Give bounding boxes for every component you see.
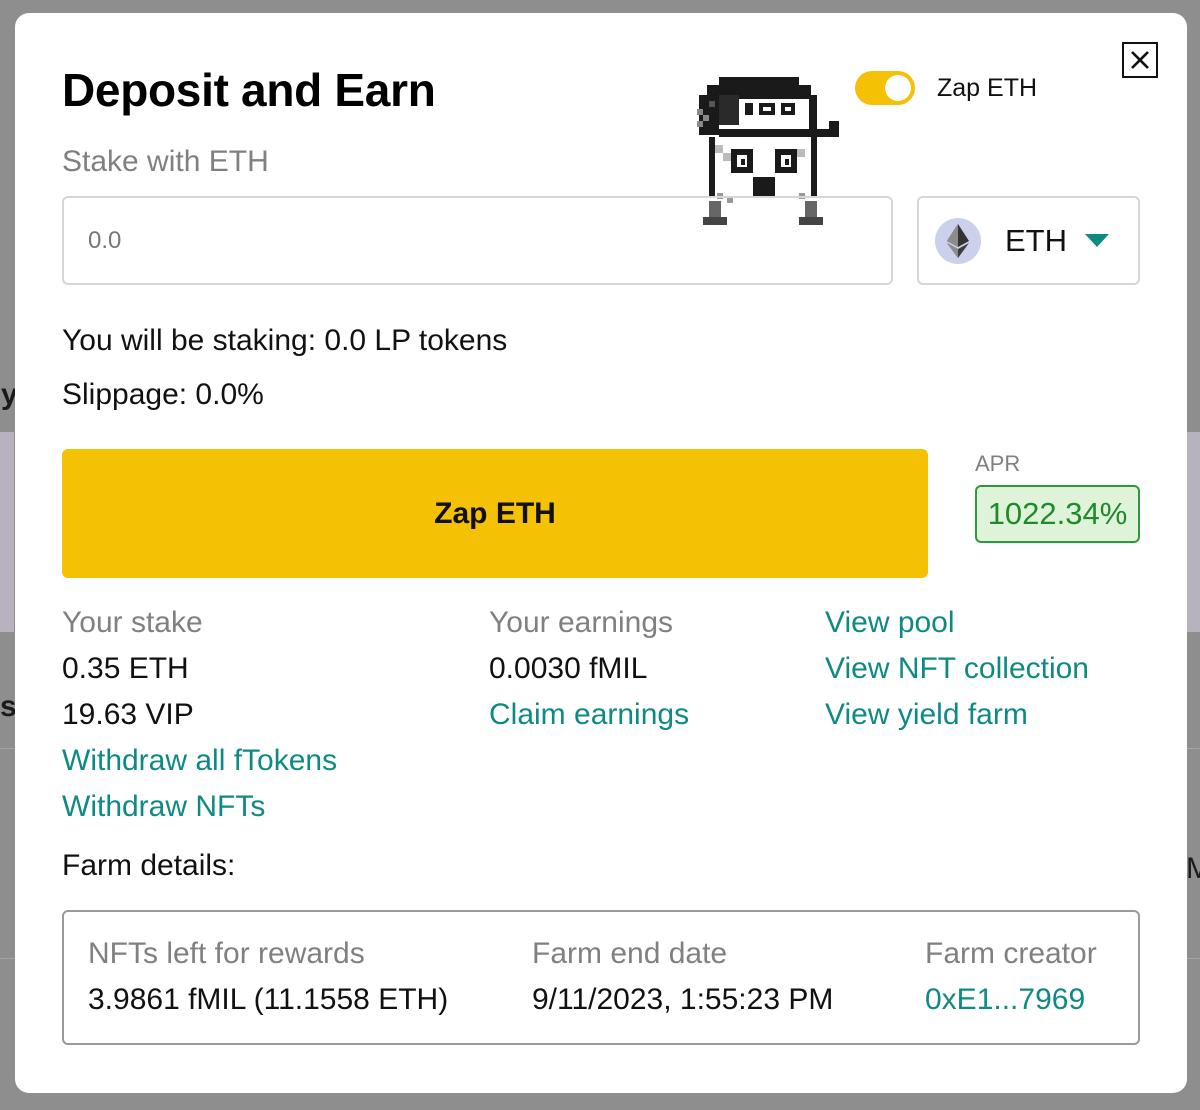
stake-eth-value: 0.35 ETH — [62, 652, 189, 685]
farm-creator-section: Farm creator 0xE1...7969 — [925, 934, 1097, 1026]
nfts-left-label: NFTs left for rewards — [88, 937, 365, 970]
background-card-right — [1186, 432, 1200, 632]
caret-down-icon — [1085, 234, 1109, 247]
your-stake-section: Your stake 0.35 ETH 19.63 VIP Withdraw a… — [62, 603, 337, 833]
close-button[interactable] — [1122, 42, 1158, 78]
modal-title: Deposit and Earn — [62, 64, 436, 116]
slippage-text: Slippage: 0.0% — [62, 378, 264, 411]
close-icon — [1131, 51, 1149, 69]
stake-with-label: Stake with ETH — [62, 145, 269, 178]
zap-eth-button[interactable]: Zap ETH — [62, 449, 928, 578]
background-divider — [0, 748, 15, 749]
claim-earnings-link[interactable]: Claim earnings — [489, 695, 689, 741]
background-card-left — [0, 432, 14, 632]
staking-amount-text: You will be staking: 0.0 LP tokens — [62, 324, 508, 357]
stake-amount-input[interactable] — [62, 196, 893, 285]
zap-eth-toggle[interactable] — [855, 71, 915, 105]
stake-vip-value: 19.63 VIP — [62, 698, 194, 731]
pool-links-section: View pool View NFT collection View yield… — [825, 603, 1089, 741]
zap-eth-toggle-label: Zap ETH — [937, 73, 1038, 102]
apr-label: APR — [975, 451, 1021, 476]
zap-eth-toggle-group: Zap ETH — [855, 71, 1037, 105]
farm-creator-address-link[interactable]: 0xE1...7969 — [925, 980, 1097, 1026]
ethereum-icon — [935, 217, 981, 264]
your-earnings-heading: Your earnings — [489, 606, 674, 639]
token-select[interactable]: ETH — [917, 196, 1140, 285]
selected-token-label: ETH — [1005, 222, 1067, 258]
view-nft-collection-link[interactable]: View NFT collection — [825, 649, 1089, 695]
background-divider — [1187, 958, 1200, 959]
farm-end-date-value: 9/11/2023, 1:55:23 PM — [532, 983, 834, 1016]
nfts-left-value: 3.9861 fMIL (11.1558 ETH) — [88, 983, 449, 1016]
background-divider — [0, 958, 15, 959]
farm-end-date-section: Farm end date 9/11/2023, 1:55:23 PM — [532, 934, 833, 1026]
view-yield-farm-link[interactable]: View yield farm — [825, 695, 1089, 741]
farm-details-heading: Farm details: — [62, 849, 236, 882]
withdraw-nfts-link[interactable]: Withdraw NFTs — [62, 787, 337, 833]
earnings-value: 0.0030 fMIL — [489, 652, 648, 685]
toggle-knob — [885, 75, 911, 101]
nfts-left-section: NFTs left for rewards 3.9861 fMIL (11.15… — [88, 934, 448, 1026]
background-text-fragment: M — [1186, 852, 1200, 885]
apr-value-badge: 1022.34% — [975, 485, 1140, 543]
background-divider — [1187, 748, 1200, 749]
deposit-modal: Deposit and Earn Zap ETH Stake with ETH … — [15, 13, 1187, 1093]
farm-details-box: NFTs left for rewards 3.9861 fMIL (11.15… — [62, 910, 1140, 1045]
farm-end-date-label: Farm end date — [532, 937, 728, 970]
your-earnings-section: Your earnings 0.0030 fMIL Claim earnings — [489, 603, 689, 741]
view-pool-link[interactable]: View pool — [825, 603, 1089, 649]
withdraw-ftokens-link[interactable]: Withdraw all fTokens — [62, 741, 337, 787]
farm-creator-label: Farm creator — [925, 937, 1097, 970]
your-stake-heading: Your stake — [62, 606, 203, 639]
